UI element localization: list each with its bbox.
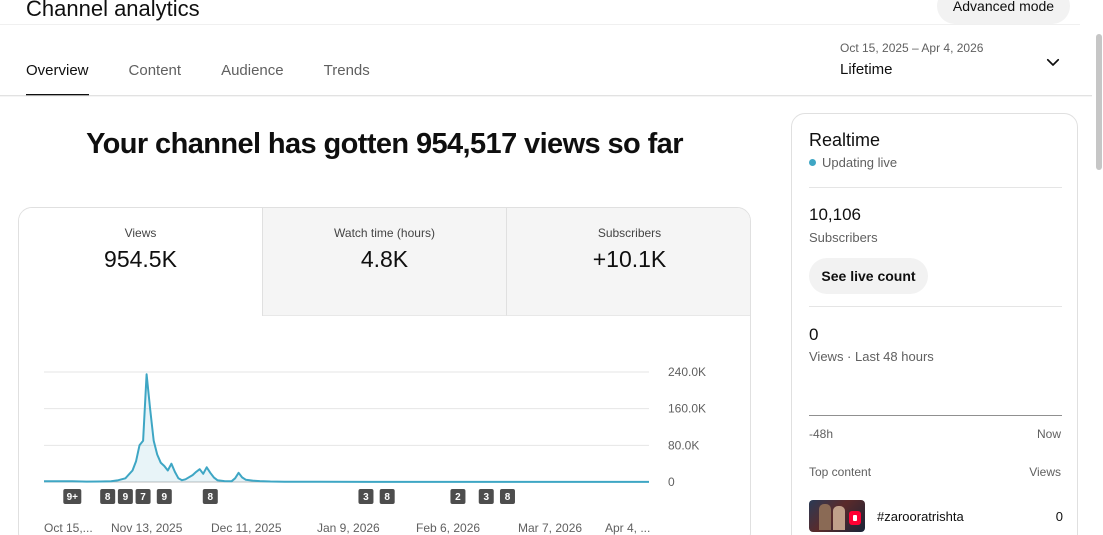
analytics-tabs: Overview Content Audience Trends: [26, 62, 410, 96]
top-content-views: 0: [1055, 509, 1063, 524]
metric-value: 4.8K: [360, 246, 409, 272]
realtime-title: Realtime: [809, 130, 881, 150]
see-live-count-button[interactable]: See live count: [809, 258, 928, 294]
upload-marker-label: 3: [363, 492, 369, 503]
scrollbar-thumb[interactable]: [1096, 34, 1102, 170]
date-range-dates: Oct 15, 2025 – Apr 4, 2026: [840, 41, 984, 55]
chevron-down-icon[interactable]: [1044, 53, 1062, 71]
upload-marker-label: 8: [105, 492, 111, 503]
metric-tab-subscribers[interactable]: Subscribers +10.1K: [507, 208, 750, 316]
realtime-status: Updating live: [809, 155, 897, 170]
tab-trends[interactable]: Trends: [324, 62, 370, 96]
divider: [809, 187, 1062, 188]
header-divider: [0, 24, 1080, 25]
upload-marker-label: 7: [140, 492, 146, 503]
realtime-status-text: Updating live: [822, 155, 898, 170]
upload-marker-label: 2: [455, 492, 461, 503]
overview-card: Views 954.5K Watch time (hours) 4.8K Sub…: [18, 207, 751, 535]
tab-audience[interactable]: Audience: [221, 62, 284, 96]
views-chart: 080.0K160.0K240.0K9+ 8 9 7 9 8 3 8 2 3 8Oct 15,...…: [43, 365, 706, 535]
overview-headline: Your channel has gotten 954,517 views so…: [86, 128, 683, 160]
video-thumbnail[interactable]: [809, 500, 865, 532]
upload-marker-label: 9: [123, 492, 129, 503]
x-tick-label: Dec 11, 2025: [211, 521, 282, 535]
realtime-subscriber-label: Subscribers: [809, 230, 878, 245]
shorts-icon: [849, 511, 861, 525]
realtime-views-count: 0: [809, 325, 819, 344]
x-tick-label: Mar 7, 2026: [518, 521, 582, 535]
metric-tab-watch-time[interactable]: Watch time (hours) 4.8K: [263, 208, 507, 316]
x-tick-label: Nov 13, 2025: [111, 521, 183, 535]
upload-marker-label: 3: [483, 492, 489, 503]
upload-marker-label: 8: [384, 492, 390, 503]
page-title: Channel analytics: [26, 0, 200, 21]
x-tick-label: Feb 6, 2026: [416, 521, 480, 535]
realtime-views-label: Views · Last 48 hours: [809, 349, 934, 364]
tab-overview[interactable]: Overview: [26, 62, 89, 96]
realtime-axis-start: -48h: [809, 427, 834, 441]
realtime-chart-axis: [809, 415, 1062, 416]
header-shadow: [0, 95, 1092, 97]
top-content-label: Top content: [809, 465, 872, 479]
x-tick-label: Jan 9, 2026: [317, 521, 380, 535]
date-range-period: Lifetime: [840, 61, 893, 78]
upload-marker-label: 9+: [67, 492, 79, 503]
metric-label: Subscribers: [597, 226, 662, 240]
upload-marker-label: 9: [162, 492, 168, 503]
series-line: [43, 373, 649, 483]
metric-value: 954.5K: [104, 246, 177, 272]
upload-marker-label: 8: [208, 492, 214, 503]
advanced-mode-button[interactable]: Advanced mode: [937, 0, 1070, 24]
live-dot-icon: [809, 159, 816, 166]
realtime-axis-end: Now: [1036, 427, 1061, 441]
x-tick-label: Apr 4, ...: [605, 521, 650, 535]
top-content-item[interactable]: #zarooratrishta 0: [809, 500, 1063, 532]
realtime-subscriber-count: 10,106: [809, 205, 861, 224]
tab-content[interactable]: Content: [129, 62, 182, 96]
upload-marker-label: 8: [505, 492, 511, 503]
y-tick-label: 240.0K: [668, 365, 706, 379]
y-tick-label: 80.0K: [668, 438, 699, 452]
x-tick-label: Oct 15,...: [44, 521, 93, 535]
metric-value: +10.1K: [592, 246, 667, 272]
y-tick-label: 0: [668, 475, 675, 489]
page-scrollbar[interactable]: [1095, 30, 1103, 535]
metric-label: Watch time (hours): [334, 226, 435, 240]
y-tick-label: 160.0K: [668, 402, 706, 416]
metric-label: Views: [124, 226, 157, 240]
realtime-card: Realtime Updating live 10,106 Subscriber…: [791, 113, 1078, 535]
date-range-selector[interactable]: Oct 15, 2025 – Apr 4, 2026 Lifetime: [840, 41, 1070, 85]
top-content-views-label: Views: [1029, 465, 1061, 479]
top-content-title[interactable]: #zarooratrishta: [877, 509, 964, 524]
metric-tab-views[interactable]: Views 954.5K: [19, 208, 263, 316]
divider: [809, 306, 1062, 307]
